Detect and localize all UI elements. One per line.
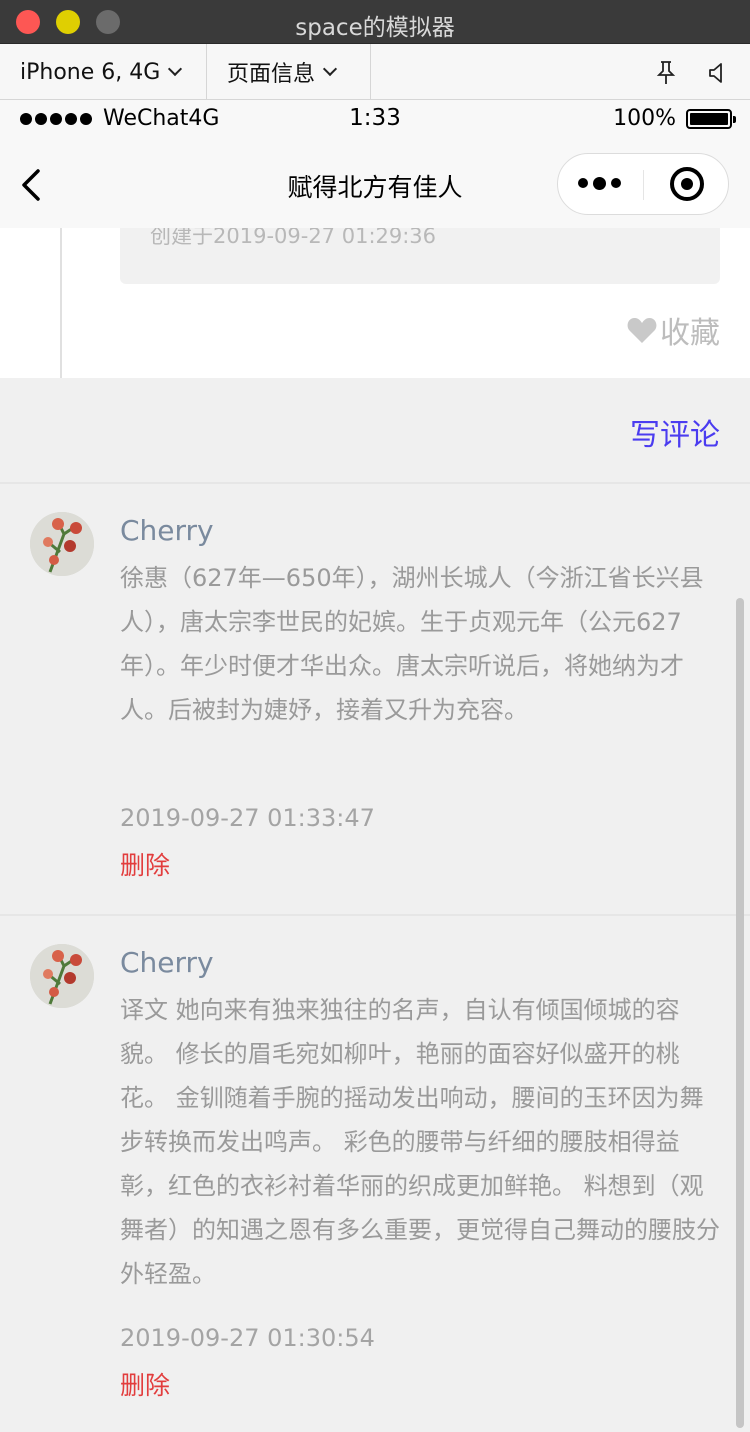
comment-author: Cherry bbox=[120, 514, 214, 547]
flower-avatar-image bbox=[30, 944, 94, 1008]
favorite-button[interactable]: 收藏 bbox=[626, 308, 720, 352]
battery-info: 100% bbox=[613, 106, 736, 131]
post-created-time: 创建于2019-09-27 01:29:36 bbox=[150, 228, 437, 248]
window-titlebar: space的模拟器 bbox=[0, 0, 750, 44]
post-meta-box: 创建于2019-09-27 01:29:36 bbox=[120, 228, 720, 284]
speaker-icon[interactable] bbox=[706, 60, 728, 86]
pin-icon[interactable] bbox=[655, 60, 677, 86]
scrollbar[interactable] bbox=[736, 598, 744, 1428]
heart-icon bbox=[627, 318, 657, 343]
comment-item: Cherry 徐惠（627年—650年），湖州长城人（今浙江省长兴县人），唐太宗… bbox=[0, 484, 750, 914]
comment-time: 2019-09-27 01:33:47 bbox=[120, 804, 375, 832]
page-info-select[interactable]: 页面信息 bbox=[207, 44, 371, 100]
battery-icon bbox=[686, 108, 736, 129]
post-card: 创建于2019-09-27 01:29:36 收藏 bbox=[0, 228, 750, 378]
write-comment-button[interactable]: 写评论 bbox=[630, 410, 720, 454]
battery-percent: 100% bbox=[613, 106, 676, 131]
chevron-down-icon bbox=[322, 61, 338, 77]
device-select-label: iPhone 6, 4G bbox=[20, 59, 161, 85]
navigation-bar: 赋得北方有佳人 bbox=[0, 140, 750, 228]
page-info-label: 页面信息 bbox=[227, 62, 316, 87]
comment-item: Cherry 译文 她向来有独来独往的名声，自认有倾国倾城的容貌。 修长的眉毛宛… bbox=[0, 916, 750, 1432]
more-icon[interactable] bbox=[578, 177, 626, 190]
status-bar: WeChat4G 1:33 100% bbox=[0, 100, 750, 140]
page-content[interactable]: 创建于2019-09-27 01:29:36 收藏 写评论 Cherry 徐惠（… bbox=[0, 228, 750, 1432]
comment-author: Cherry bbox=[120, 946, 214, 979]
chevron-down-icon bbox=[168, 61, 183, 77]
comment-time: 2019-09-27 01:30:54 bbox=[120, 1324, 375, 1352]
simulator-toolbar: iPhone 6, 4G 页面信息 bbox=[0, 44, 750, 100]
capsule-divider bbox=[643, 170, 644, 200]
write-comment-row: 写评论 bbox=[0, 378, 750, 484]
comment-text: 徐惠（627年—650年），湖州长城人（今浙江省长兴县人），唐太宗李世民的妃嫔。… bbox=[120, 564, 704, 724]
delete-comment-button[interactable]: 删除 bbox=[120, 1366, 170, 1402]
avatar[interactable] bbox=[30, 512, 94, 576]
avatar[interactable] bbox=[30, 944, 94, 1008]
timeline-line bbox=[60, 228, 62, 378]
delete-comment-button[interactable]: 删除 bbox=[120, 846, 170, 882]
window-title: space的模拟器 bbox=[295, 15, 455, 41]
comment-text: 译文 她向来有独来独往的名声，自认有倾国倾城的容貌。 修长的眉毛宛如柳叶，艳丽的… bbox=[120, 996, 720, 1288]
menu-capsule bbox=[557, 153, 729, 215]
favorite-label: 收藏 bbox=[660, 316, 720, 351]
close-miniprogram-icon[interactable] bbox=[670, 167, 704, 201]
device-select[interactable]: iPhone 6, 4G bbox=[0, 44, 207, 100]
flower-avatar-image bbox=[30, 512, 94, 576]
